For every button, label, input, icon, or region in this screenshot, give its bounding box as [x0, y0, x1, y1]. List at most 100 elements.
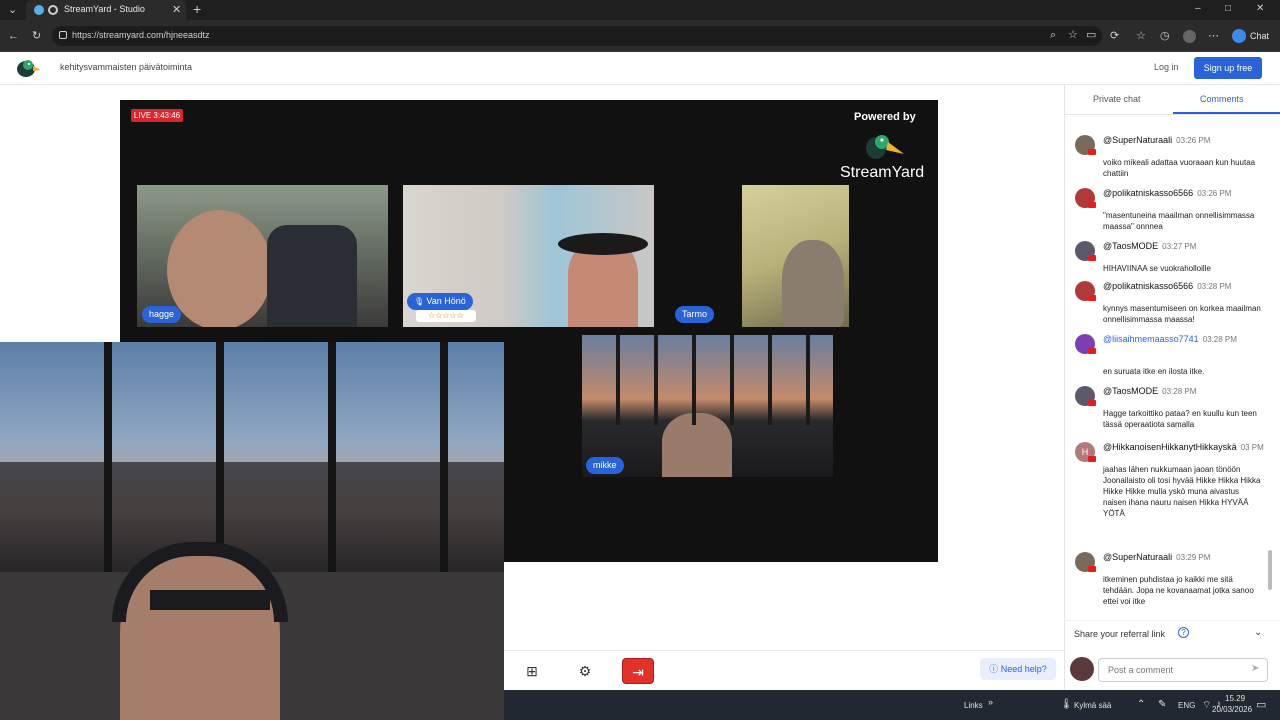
more-menu-icon[interactable]: ⋯	[1208, 30, 1219, 42]
youtube-icon	[1088, 456, 1096, 462]
comment-header: @HikkanoisenHikkanytHikkayskä 03 PM	[1103, 442, 1264, 452]
back-icon[interactable]: ←	[8, 30, 19, 42]
streamyard-favicon-icon	[34, 5, 44, 15]
youtube-icon	[1088, 295, 1096, 301]
participant-name-van-hono: 🎙︎ Van Hönö	[407, 293, 473, 310]
zoom-icon[interactable]: ⌕	[1050, 29, 1056, 41]
comment-input-box[interactable]: ➤	[1098, 658, 1268, 682]
window-frames	[0, 342, 504, 582]
referral-row[interactable]: Share your referral link ? ⌄	[1064, 620, 1280, 646]
comment-time: 03:29 PM	[1176, 553, 1211, 562]
chat-label[interactable]: Chat	[1250, 31, 1269, 41]
comment-text: voiko mikeali adattaa vuoraaan kun huuta…	[1103, 158, 1256, 178]
streamyard-duck-logo-icon	[866, 135, 904, 159]
send-icon[interactable]: ➤	[1251, 663, 1259, 674]
tab-close-icon[interactable]: ✕	[172, 3, 181, 16]
comment-author: @polikatniskasso6566	[1103, 188, 1194, 198]
extensions-icon[interactable]: ⟳	[1110, 30, 1119, 42]
comment-header: @polikatniskasso6566 03:26 PM	[1103, 188, 1231, 198]
studio-title: kehitysvammaisten päivätoiminta	[60, 62, 193, 72]
streamyard-logo-icon[interactable]	[14, 56, 42, 80]
leave-studio-button[interactable]: ⇥	[622, 658, 654, 684]
browser-tab-bar: ⌄ StreamYard - Studio ✕ + – □ ✕	[0, 0, 1280, 20]
network-icon[interactable]: ⌔	[1202, 699, 1211, 712]
tab-title: StreamYard - Studio	[64, 4, 145, 14]
comment-input[interactable]	[1099, 659, 1249, 681]
comment-author: @TaosMODE	[1103, 241, 1159, 251]
active-tab-underline	[1173, 112, 1280, 114]
site-info-icon[interactable]	[59, 31, 67, 39]
maximize-button[interactable]: □	[1225, 3, 1231, 15]
favorite-star-icon[interactable]: ☆	[1068, 29, 1078, 41]
comment-text: en suruata itke en ilosta itke.	[1103, 367, 1205, 376]
new-tab-button[interactable]: +	[193, 2, 201, 16]
clock-time[interactable]: 15.29	[1225, 694, 1245, 703]
close-window-button[interactable]: ✕	[1256, 3, 1264, 15]
info-icon[interactable]: ?	[1178, 627, 1189, 638]
headband	[150, 590, 270, 610]
comment-time: 03:28 PM	[1202, 335, 1237, 344]
comment-text: itkeminen puhdistaa jo kaikki me sitä te…	[1103, 575, 1254, 606]
comment-text: Hagge tarkoittiko pataa? en kuullu kun t…	[1103, 409, 1257, 429]
pen-icon[interactable]: ✎	[1158, 699, 1166, 710]
login-link[interactable]: Log in	[1154, 62, 1179, 72]
help-circle-icon: ⓘ	[989, 664, 1001, 674]
participant-name-mikke: mikke	[586, 457, 624, 474]
language-indicator[interactable]: ENG	[1178, 701, 1195, 710]
history-icon[interactable]: ◷	[1160, 30, 1170, 42]
comment-time: 03:26 PM	[1197, 189, 1232, 198]
black-hat	[558, 233, 648, 255]
minimize-button[interactable]: –	[1195, 3, 1201, 15]
reload-icon[interactable]: ↻	[32, 30, 41, 42]
comment-time: 03 PM	[1240, 443, 1264, 452]
comment-author: @HikkanoisenHikkanytHikkayskä	[1103, 442, 1237, 452]
tab-private-chat[interactable]: Private chat	[1093, 94, 1141, 104]
user-avatar	[1070, 657, 1094, 681]
tray-expand-icon[interactable]: ⌃	[1137, 699, 1145, 710]
signup-button[interactable]: Sign up free	[1194, 57, 1262, 79]
participant-video	[167, 210, 272, 327]
comment-text: jaahas lähen nukkumaan jaoan tönöön Joon…	[1103, 465, 1261, 518]
comments-scrollbar[interactable]	[1268, 550, 1272, 590]
browser-tab[interactable]: StreamYard - Studio ✕	[26, 0, 186, 20]
copilot-icon[interactable]	[1232, 29, 1246, 43]
comment-header: @polikatniskasso6566 03:28 PM	[1103, 281, 1231, 291]
chat-side-panel: Private chat Comments @SuperNaturaali 03:…	[1064, 85, 1280, 690]
tab-comments[interactable]: Comments	[1200, 94, 1244, 104]
participant-tile-tarmo[interactable]	[742, 185, 849, 327]
notification-icon[interactable]: ▭	[1256, 698, 1266, 711]
powered-by-label: Powered by	[854, 111, 916, 123]
comment-header: @liisaihmemaasso7741 03:28 PM	[1103, 334, 1237, 344]
participant-name-hagge: hagge	[142, 306, 182, 323]
comment-author: @SuperNaturaali	[1103, 552, 1173, 562]
toolbar-expand-icon[interactable]: »	[988, 697, 993, 707]
comment-time: 03:26 PM	[1176, 136, 1211, 145]
participant-video	[782, 240, 844, 327]
window-frames	[582, 335, 833, 425]
participant-tile-mikke[interactable]	[582, 335, 833, 477]
profile-avatar[interactable]	[1183, 30, 1196, 43]
youtube-icon	[1088, 348, 1096, 354]
chevron-down-icon[interactable]: ⌄	[1254, 627, 1262, 638]
weather-text[interactable]: Kylmä sää	[1074, 701, 1111, 710]
comment-header: @SuperNaturaali 03:29 PM	[1103, 552, 1210, 562]
favorites-icon[interactable]: ☆	[1136, 30, 1146, 42]
streamyard-brand-text: StreamYard	[840, 164, 925, 181]
panel-tabs: Private chat Comments	[1065, 85, 1280, 115]
need-help-label: Need help?	[1000, 664, 1047, 674]
need-help-button[interactable]: ⓘ Need help?	[980, 658, 1056, 680]
reader-icon[interactable]: ▭	[1086, 29, 1096, 41]
url-field[interactable]: https://streamyard.com/hjneeasdtz ⌕ ☆ ▭	[52, 26, 1102, 46]
live-badge: LIVE 3:43:46	[131, 109, 183, 122]
comment-author: @polikatniskasso6566	[1103, 281, 1194, 291]
youtube-icon	[1088, 149, 1096, 155]
share-screen-button[interactable]: ⊞	[516, 658, 548, 684]
comment-text: kynnys masentumiseen on korkea maailman …	[1103, 304, 1261, 324]
tab-list-chevron-icon[interactable]: ⌄	[8, 4, 17, 16]
comment-header: @TaosMODE 03:28 PM	[1103, 386, 1196, 396]
windows-taskbar: Links » 🌡︎ Kylmä sää ⌃ ✎ ENG ⌔ ♪ 15.29 2…	[504, 690, 1280, 720]
youtube-icon	[1088, 255, 1096, 261]
links-toolbar-label[interactable]: Links	[964, 701, 983, 710]
clock-date[interactable]: 20/03/2026	[1212, 705, 1252, 714]
settings-gear-icon[interactable]: ⚙	[569, 658, 601, 684]
